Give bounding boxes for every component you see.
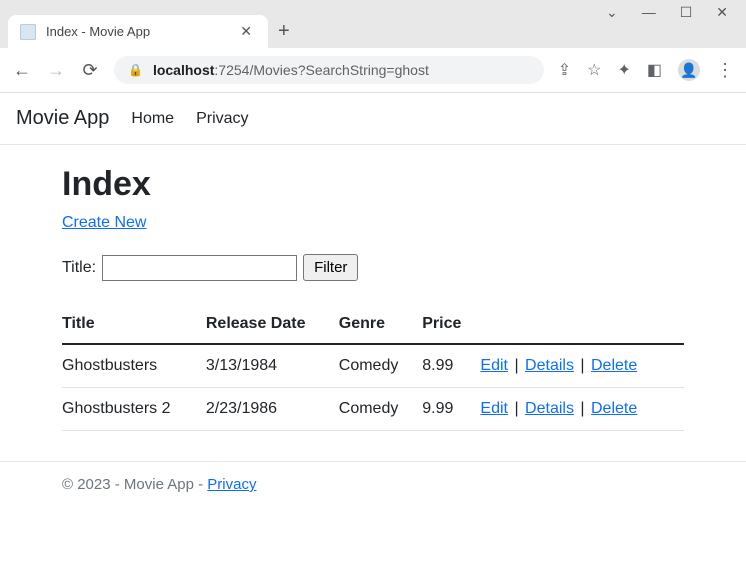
cell-release-date: 2/23/1986 (206, 388, 339, 431)
nav-link-home[interactable]: Home (131, 110, 174, 128)
close-tab-icon[interactable]: ✕ (236, 23, 256, 40)
cell-title: Ghostbusters 2 (62, 388, 206, 431)
details-link[interactable]: Details (525, 357, 574, 374)
app-navbar: Movie App Home Privacy (0, 93, 746, 145)
browser-tab[interactable]: Index - Movie App ✕ (8, 15, 268, 48)
cell-actions: Edit | Details | Delete (480, 388, 684, 431)
tab-bar: Index - Movie App ✕ + (0, 15, 746, 48)
create-new-link[interactable]: Create New (62, 214, 146, 231)
maximize-icon[interactable]: ☐ (680, 4, 693, 21)
share-icon[interactable]: ⇪ (558, 60, 571, 80)
cell-price: 9.99 (422, 388, 480, 431)
col-price: Price (422, 305, 480, 344)
footer-privacy-link[interactable]: Privacy (207, 476, 256, 493)
browser-chrome: ⌄ — ☐ ✕ Index - Movie App ✕ + ← → ⟳ 🔒 lo… (0, 0, 746, 93)
col-genre: Genre (339, 305, 422, 344)
panel-icon[interactable]: ◧ (647, 60, 662, 80)
new-tab-button[interactable]: + (268, 18, 300, 45)
footer-text: © 2023 - Movie App - (62, 476, 207, 493)
forward-button[interactable]: → (46, 60, 66, 81)
url-host: localhost (153, 62, 214, 78)
col-actions (480, 305, 684, 344)
browser-toolbar: ← → ⟳ 🔒 localhost:7254/Movies?SearchStri… (0, 48, 746, 92)
tab-title: Index - Movie App (46, 24, 226, 39)
table-row: Ghostbusters 2 2/23/1986 Comedy 9.99 Edi… (62, 388, 684, 431)
nav-link-privacy[interactable]: Privacy (196, 110, 248, 128)
page-viewport: Movie App Home Privacy Index Create New … (0, 93, 746, 574)
cell-release-date: 3/13/1984 (206, 344, 339, 388)
table-header-row: Title Release Date Genre Price (62, 305, 684, 344)
cell-actions: Edit | Details | Delete (480, 344, 684, 388)
menu-icon[interactable]: ⋮ (716, 60, 734, 81)
profile-avatar[interactable]: 👤 (678, 59, 700, 81)
close-window-icon[interactable]: ✕ (716, 4, 728, 21)
filter-form: Title: Filter (62, 254, 684, 281)
star-icon[interactable]: ☆ (587, 60, 601, 80)
table-row: Ghostbusters 3/13/1984 Comedy 8.99 Edit … (62, 344, 684, 388)
page-footer: © 2023 - Movie App - Privacy (0, 461, 746, 507)
movies-table: Title Release Date Genre Price Ghostbust… (62, 305, 684, 431)
edit-link[interactable]: Edit (480, 357, 508, 374)
chevron-down-icon[interactable]: ⌄ (606, 4, 618, 21)
details-link[interactable]: Details (525, 400, 574, 417)
url-text: localhost:7254/Movies?SearchString=ghost (153, 62, 429, 78)
cell-title: Ghostbusters (62, 344, 206, 388)
brand-link[interactable]: Movie App (16, 107, 109, 130)
lock-icon: 🔒 (128, 63, 143, 77)
reload-button[interactable]: ⟳ (80, 60, 100, 81)
page-title: Index (62, 165, 684, 204)
extensions-icon[interactable]: ✦ (617, 60, 630, 80)
col-release-date: Release Date (206, 305, 339, 344)
toolbar-icons: ⇪ ☆ ✦ ◧ 👤 ⋮ (558, 59, 734, 81)
favicon-icon (20, 24, 36, 40)
cell-genre: Comedy (339, 344, 422, 388)
cell-genre: Comedy (339, 388, 422, 431)
main-content: Index Create New Title: Filter Title Rel… (0, 145, 746, 461)
url-path: :7254/Movies?SearchString=ghost (214, 62, 428, 78)
filter-button[interactable]: Filter (303, 254, 358, 281)
filter-label: Title: (62, 259, 96, 277)
minimize-icon[interactable]: — (642, 4, 656, 21)
delete-link[interactable]: Delete (591, 357, 637, 374)
delete-link[interactable]: Delete (591, 400, 637, 417)
back-button[interactable]: ← (12, 60, 32, 81)
address-bar[interactable]: 🔒 localhost:7254/Movies?SearchString=gho… (114, 56, 544, 84)
title-input[interactable] (102, 255, 297, 281)
cell-price: 8.99 (422, 344, 480, 388)
edit-link[interactable]: Edit (480, 400, 508, 417)
col-title: Title (62, 305, 206, 344)
